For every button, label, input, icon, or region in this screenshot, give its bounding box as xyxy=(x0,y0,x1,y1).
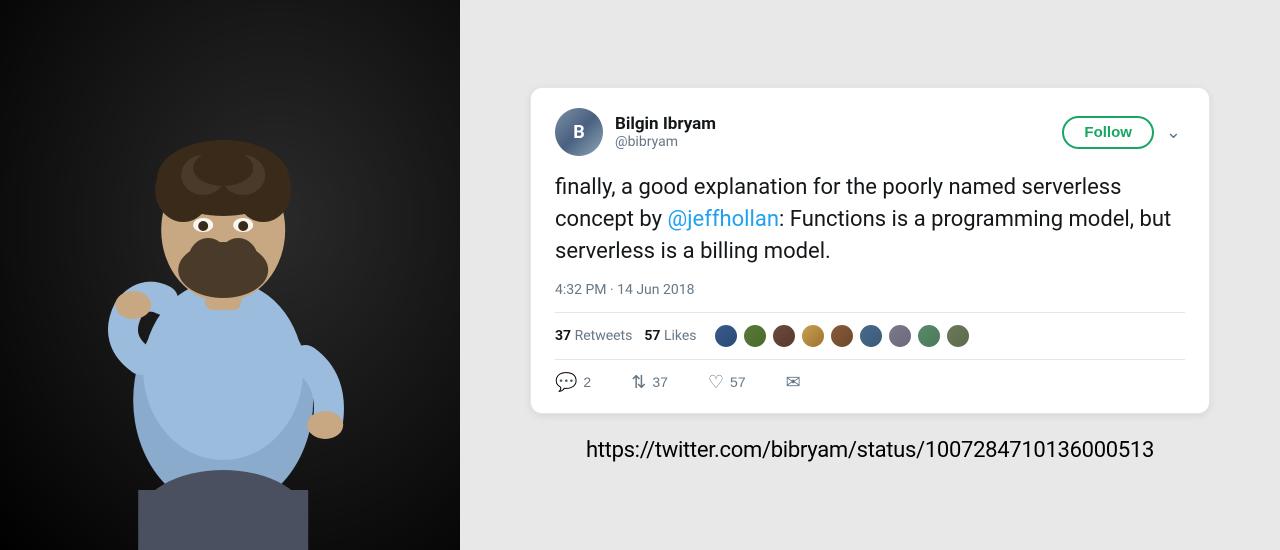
tweet-user-info: B Bilgin Ibryam @bibryam xyxy=(555,108,716,156)
liker-avatar-1 xyxy=(713,323,739,349)
retweet-stat: 37 Retweets xyxy=(555,328,632,344)
user-name: Bilgin Ibryam xyxy=(615,114,716,134)
liker-avatar-2 xyxy=(742,323,768,349)
user-handle: @bibryam xyxy=(615,134,716,150)
follow-button[interactable]: Follow xyxy=(1062,116,1154,149)
tweet-header-actions: Follow ⌄ xyxy=(1062,116,1185,149)
tweet-actions-row: 💬 2 ⇅ 37 ♡ 57 ✉ xyxy=(555,372,1185,393)
tweet-stats-row: 37 Retweets 57 Likes xyxy=(555,312,1185,360)
liker-avatar-7 xyxy=(887,323,913,349)
url-display: https://twitter.com/bibryam/status/10072… xyxy=(586,438,1154,463)
liker-avatar-9 xyxy=(945,323,971,349)
likers-avatars xyxy=(713,323,971,349)
retweet-label: Retweets xyxy=(575,328,633,344)
liker-avatar-6 xyxy=(858,323,884,349)
retweet-icon: ⇅ xyxy=(631,372,646,393)
tweet-card: B Bilgin Ibryam @bibryam Follow ⌄ finall… xyxy=(530,87,1210,414)
retweet-action-count: 37 xyxy=(652,374,668,390)
video-panel xyxy=(0,0,460,550)
likes-stat: 57 Likes xyxy=(644,328,696,344)
speaker-figure xyxy=(53,30,393,550)
more-options-button[interactable]: ⌄ xyxy=(1162,118,1185,147)
tweet-mention[interactable]: @jeffhollan xyxy=(668,207,779,232)
user-details: Bilgin Ibryam @bibryam xyxy=(615,114,716,150)
liker-avatar-5 xyxy=(829,323,855,349)
likes-label: Likes xyxy=(664,328,697,344)
heart-icon: ♡ xyxy=(708,372,724,393)
liker-avatar-4 xyxy=(800,323,826,349)
tweet-timestamp: 4:32 PM · 14 Jun 2018 xyxy=(555,282,1185,298)
envelope-icon: ✉ xyxy=(786,372,801,393)
liker-avatar-8 xyxy=(916,323,942,349)
likes-count: 57 xyxy=(644,328,660,344)
like-action-count: 57 xyxy=(730,374,746,390)
tweet-header: B Bilgin Ibryam @bibryam Follow ⌄ xyxy=(555,108,1185,156)
like-button[interactable]: ♡ 57 xyxy=(708,372,746,393)
share-button[interactable]: ✉ xyxy=(786,372,801,393)
retweet-button[interactable]: ⇅ 37 xyxy=(631,372,668,393)
liker-avatar-3 xyxy=(771,323,797,349)
reply-icon: 💬 xyxy=(555,372,577,393)
reply-count: 2 xyxy=(583,374,591,390)
avatar: B xyxy=(555,108,603,156)
tweet-body: finally, a good explanation for the poor… xyxy=(555,172,1185,268)
retweet-count: 37 xyxy=(555,328,571,344)
content-panel: B Bilgin Ibryam @bibryam Follow ⌄ finall… xyxy=(460,0,1280,550)
reply-button[interactable]: 💬 2 xyxy=(555,372,591,393)
